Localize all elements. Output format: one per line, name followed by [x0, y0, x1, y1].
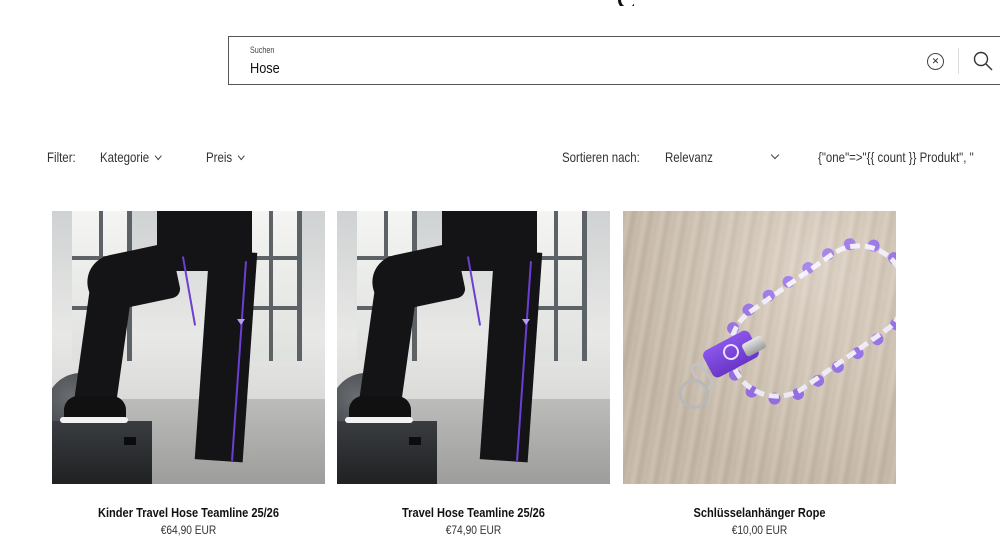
clear-search-button[interactable]: ✕	[927, 53, 944, 70]
search-divider	[958, 48, 959, 74]
product-name[interactable]: Kinder Travel Hose Teamline 25/26	[72, 505, 304, 520]
product-price: €74,90 EUR	[445, 523, 502, 537]
page-title-fragment	[618, 0, 634, 6]
product-image[interactable]	[52, 211, 325, 484]
product-price: €64,90 EUR	[160, 523, 217, 537]
sort-select[interactable]: Relevanz	[665, 149, 713, 165]
close-icon: ✕	[931, 56, 940, 66]
filter-category-label: Kategorie	[100, 149, 150, 165]
product-price: €10,00 EUR	[731, 523, 788, 537]
product-name[interactable]: Schlüsselanhänger Rope	[643, 505, 875, 520]
filter-label: Filter:	[47, 149, 76, 165]
filter-bar: Filter: Kategorie Preis Sortieren nach: …	[0, 149, 1000, 169]
chevron-down-icon	[154, 151, 162, 161]
product-card[interactable]: Schlüsselanhänger Rope €10,00 EUR	[623, 211, 896, 537]
results-count: {"one"=>"{{ count }} Produkt", "	[818, 149, 974, 165]
search-input[interactable]: Hose	[250, 60, 280, 77]
search-icon	[973, 51, 993, 71]
filter-category-dropdown[interactable]: Kategorie	[100, 149, 162, 165]
product-image[interactable]	[623, 211, 896, 484]
sort-label: Sortieren nach:	[562, 149, 640, 165]
product-image[interactable]	[337, 211, 610, 484]
product-name[interactable]: Travel Hose Teamline 25/26	[357, 505, 589, 520]
filter-price-dropdown[interactable]: Preis	[206, 149, 245, 165]
product-card[interactable]: Travel Hose Teamline 25/26 €74,90 EUR	[337, 211, 610, 537]
filter-price-label: Preis	[206, 149, 233, 165]
chevron-down-icon	[237, 151, 245, 161]
search-label: Suchen	[250, 45, 275, 55]
search-field[interactable]: Suchen Hose ✕	[228, 36, 1000, 85]
product-card[interactable]: Kinder Travel Hose Teamline 25/26 €64,90…	[52, 211, 325, 537]
search-button[interactable]	[971, 49, 995, 73]
